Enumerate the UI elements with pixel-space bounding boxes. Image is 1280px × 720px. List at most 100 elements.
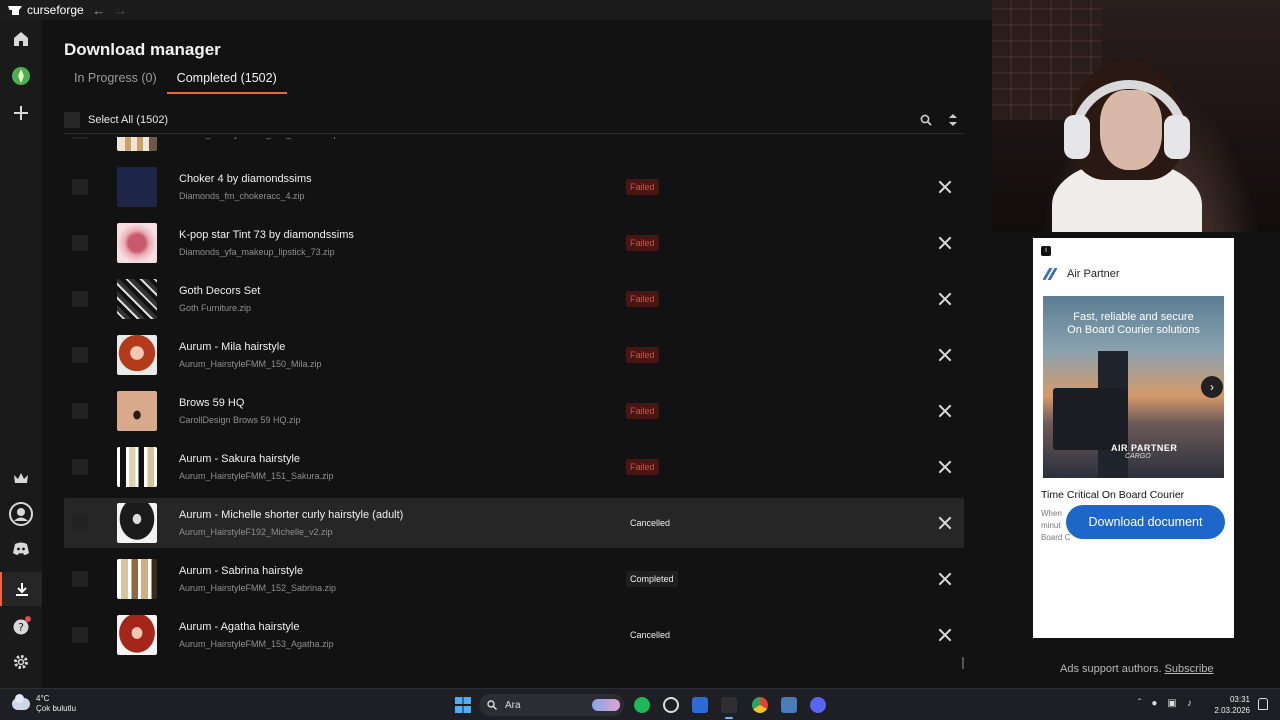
download-name[interactable]: Aurum - Mila hairstyle — [179, 341, 599, 353]
download-row[interactable]: Aurum - Agatha hairstyle Aurum_HairstyleF… — [64, 610, 964, 660]
back-arrow-icon[interactable]: ← — [92, 3, 106, 18]
taskbar-search[interactable]: Ara — [479, 694, 624, 716]
ad-image-line-1: Fast, reliable and secure — [1073, 311, 1194, 323]
download-thumbnail — [117, 167, 157, 207]
row-checkbox[interactable] — [72, 235, 88, 251]
download-info: Aurum - Sakura hairstyle Aurum_HairstyleF… — [179, 453, 599, 481]
ad-image[interactable]: Fast, reliable and secure On Board Couri… — [1043, 296, 1224, 478]
row-checkbox[interactable] — [72, 571, 88, 587]
help-icon[interactable]: ? — [0, 612, 42, 642]
download-thumbnail — [117, 559, 157, 599]
profile-avatar-icon[interactable] — [0, 499, 42, 529]
download-name[interactable]: Aurum - Sabrina hairstyle — [179, 565, 599, 577]
forward-arrow-icon[interactable]: → — [114, 3, 128, 18]
download-row[interactable]: Choker 4 by diamondssims Diamonds_fm_chok… — [64, 162, 964, 212]
row-checkbox[interactable] — [72, 291, 88, 307]
download-name[interactable]: Aurum - Agatha hairstyle — [179, 621, 599, 633]
download-name[interactable]: K-pop star Tint 73 by diamondssims — [179, 229, 599, 241]
row-checkbox[interactable] — [72, 515, 88, 531]
subscribe-link[interactable]: Subscribe — [1165, 663, 1214, 675]
download-name[interactable]: Choker 4 by diamondssims — [179, 173, 599, 185]
sims-app-icon[interactable] — [781, 697, 797, 713]
chrome-icon[interactable] — [752, 697, 768, 713]
download-row[interactable]: Aurum - Mila hairstyle Aurum_HairstyleFMM… — [64, 330, 964, 380]
discord-taskbar-icon[interactable] — [810, 697, 826, 713]
row-checkbox[interactable] — [72, 459, 88, 475]
select-all-label[interactable]: Select All (1502) — [88, 114, 168, 126]
ad-brand[interactable]: Air Partner — [1043, 268, 1120, 280]
taskbar-clock[interactable]: 03:31 2.03.2026 — [1212, 694, 1250, 716]
add-game-icon[interactable] — [0, 98, 42, 128]
status-badge: Failed — [626, 235, 659, 251]
network-icon[interactable]: ▣ — [1167, 698, 1176, 709]
volume-icon[interactable]: ♪ — [1187, 698, 1192, 709]
remove-close-icon[interactable] — [938, 404, 952, 418]
sort-icon[interactable] — [948, 113, 958, 126]
webcam-overlay — [992, 0, 1280, 232]
windows-taskbar: 4°C Çok bulutlu Ara ˆ ● ▣ ♪ 03:31 2.03.2… — [0, 688, 1280, 720]
download-info: Aurum - Mila hairstyle Aurum_HairstyleFMM… — [179, 341, 599, 369]
status-badge: Failed — [626, 347, 659, 363]
weather-widget[interactable]: 4°C Çok bulutlu — [12, 694, 76, 714]
list-scrollbar[interactable] — [962, 657, 964, 669]
download-row[interactable]: Aurum - Sakura hairstyle Aurum_HairstyleF… — [64, 442, 964, 492]
discord-icon[interactable] — [0, 534, 42, 564]
curseforge-taskbar-icon[interactable] — [721, 697, 737, 719]
select-all-checkbox[interactable] — [64, 111, 80, 128]
download-name[interactable]: Goth Decors Set — [179, 285, 599, 297]
download-row[interactable]: Goth Decors Set Goth Furniture.zip Failed — [64, 274, 964, 324]
row-checkbox[interactable] — [72, 179, 88, 195]
ad-headline[interactable]: Time Critical On Board Courier — [1041, 489, 1184, 501]
premium-crown-icon[interactable] — [0, 463, 42, 493]
download-thumbnail — [117, 279, 157, 319]
svg-text:?: ? — [18, 621, 24, 634]
chevron-up-icon[interactable]: ˆ — [1138, 698, 1141, 709]
webcam-person — [1052, 60, 1202, 232]
chevron-right-icon[interactable]: › — [1201, 376, 1223, 398]
downloads-icon[interactable] — [0, 572, 42, 606]
download-thumbnail — [117, 335, 157, 375]
air-partner-logo-icon — [1043, 268, 1057, 280]
download-info: Brows 59 HQ CarollDesign Brows 59 HQ.zip — [179, 397, 599, 425]
row-checkbox[interactable] — [72, 137, 88, 139]
remove-close-icon[interactable] — [938, 292, 952, 306]
download-name[interactable]: Aurum - Sakura hairstyle — [179, 453, 599, 465]
tab-bar: In Progress (0) Completed (1502) — [64, 69, 287, 94]
row-checkbox[interactable] — [72, 403, 88, 419]
remove-close-icon[interactable] — [938, 628, 952, 642]
download-document-button[interactable]: Download document — [1066, 505, 1225, 539]
tab-completed[interactable]: Completed (1502) — [166, 69, 287, 94]
search-highlight-icon — [592, 699, 620, 711]
remove-close-icon[interactable] — [938, 572, 952, 586]
outlook-icon[interactable] — [692, 697, 708, 713]
remove-close-icon[interactable] — [938, 516, 952, 530]
remove-close-icon[interactable] — [938, 460, 952, 474]
download-name[interactable]: Brows 59 HQ — [179, 397, 599, 409]
download-filename: Aurum_HairstyleFMM_151_Sakura.zip — [179, 471, 334, 481]
notification-bell-icon[interactable] — [1258, 698, 1268, 710]
search-icon[interactable] — [920, 114, 932, 126]
remove-close-icon[interactable] — [938, 236, 952, 250]
tab-in-progress[interactable]: In Progress (0) — [64, 69, 167, 94]
download-row[interactable]: Aurum - Michelle shorter curly hairstyle… — [64, 498, 964, 548]
sims4-game-icon[interactable] — [0, 61, 42, 91]
remove-close-icon[interactable] — [938, 180, 952, 194]
row-checkbox[interactable] — [72, 627, 88, 643]
download-name[interactable]: Aurum - Michelle shorter curly hairstyle… — [179, 509, 599, 521]
row-checkbox[interactable] — [72, 347, 88, 363]
windows-start-icon[interactable] — [455, 697, 471, 713]
ad-info-icon[interactable]: i — [1041, 246, 1051, 256]
remove-close-icon[interactable] — [938, 348, 952, 362]
advertisement[interactable]: i Air Partner Fast, reliable and secure … — [1033, 238, 1234, 638]
download-info: Choker 4 by diamondssims Diamonds_fm_chok… — [179, 173, 599, 201]
spotify-icon[interactable] — [634, 697, 650, 713]
microphone-icon[interactable]: ● — [1151, 698, 1157, 709]
ad-image-line-2: On Board Courier solutions — [1067, 324, 1200, 336]
settings-gear-icon[interactable] — [0, 647, 42, 677]
download-row[interactable]: Brows 59 HQ CarollDesign Brows 59 HQ.zip F… — [64, 386, 964, 436]
download-row[interactable]: Aurum_HairstyleFMM_163_Coraline.zip — [64, 137, 964, 156]
settings-app-icon[interactable] — [663, 697, 679, 713]
home-icon[interactable] — [0, 24, 42, 54]
download-row[interactable]: Aurum - Sabrina hairstyle Aurum_Hairstyle… — [64, 554, 964, 604]
download-row[interactable]: K-pop star Tint 73 by diamondssims Diamon… — [64, 218, 964, 268]
